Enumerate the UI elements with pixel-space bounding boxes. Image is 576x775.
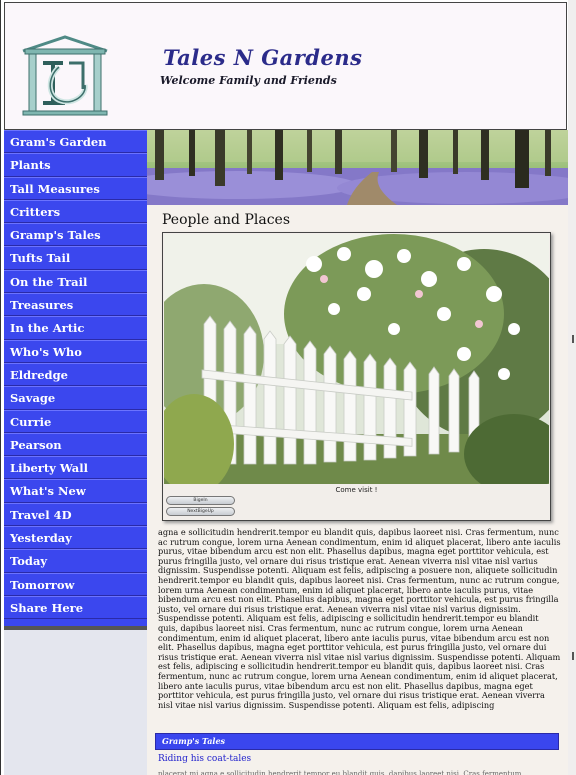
sidebar-divider [4, 626, 147, 630]
sidebar: Gram's Garden Plants Tall Measures Critt… [4, 130, 147, 775]
sidebar-item-today[interactable]: Today [4, 549, 147, 573]
sidebar-item-currie[interactable]: Currie [4, 409, 147, 433]
section-link[interactable]: Riding his coat-tales [158, 754, 251, 764]
sidebar-item-plants[interactable]: Plants [4, 153, 147, 177]
house-monogram-logo-icon [22, 35, 108, 116]
sidebar-item-whos-who[interactable]: Who's Who [4, 339, 147, 363]
sidebar-item-pearson[interactable]: Pearson [4, 432, 147, 457]
site-title: Tales N Gardens [163, 45, 363, 70]
section-excerpt: placerat mi agna e sollicitudin hendreri… [158, 770, 524, 775]
header-banner-image [147, 130, 568, 205]
sidebar-item-yesterday[interactable]: Yesterday [4, 526, 147, 550]
main-content: People and Places Come visit ! BigeIn Ne… [147, 205, 568, 775]
sidebar-item-tomorrow[interactable]: Tomorrow [4, 572, 147, 596]
slide-caption: Come visit ! [335, 486, 378, 494]
slide-photo[interactable] [164, 234, 549, 484]
sidebar-item-share-here[interactable]: Share Here [4, 595, 147, 620]
sidebar-item-on-the-trail[interactable]: On the Trail [4, 269, 147, 294]
page-title: People and Places [162, 212, 291, 228]
section-header-bar: Gramp's Tales [155, 733, 559, 750]
sidebar-item-tufts-tail[interactable]: Tufts Tail [4, 246, 147, 270]
slideshow: Come visit ! BigeIn NextBigeUp [162, 232, 551, 521]
sidebar-item-tall-measures[interactable]: Tall Measures [4, 176, 147, 200]
site-header: Tales N Gardens Welcome Family and Frien… [4, 2, 567, 130]
sidebar-item-whats-new[interactable]: What's New [4, 479, 147, 503]
scroll-mark [572, 652, 574, 660]
sidebar-item-savage[interactable]: Savage [4, 386, 147, 410]
slideshow-button-1[interactable]: BigeIn [166, 496, 235, 505]
sidebar-item-critters[interactable]: Critters [4, 199, 147, 224]
site-subtitle: Welcome Family and Friends [160, 74, 337, 87]
scroll-mark [572, 335, 574, 343]
sidebar-nav: Gram's Garden Plants Tall Measures Critt… [4, 130, 147, 626]
forest-banner-picture [147, 130, 568, 205]
sidebar-item-liberty-wall[interactable]: Liberty Wall [4, 456, 147, 480]
site-logo[interactable] [17, 33, 113, 117]
sidebar-item-treasures[interactable]: Treasures [4, 293, 147, 317]
sidebar-item-eldredge[interactable]: Eldredge [4, 362, 147, 387]
article-body: agna e sollicitudin hendrerit.tempor eu … [158, 527, 561, 710]
sidebar-item-grams-garden[interactable]: Gram's Garden [4, 130, 147, 154]
sidebar-item-travel-4d[interactable]: Travel 4D [4, 502, 147, 527]
sidebar-item-in-the-artic[interactable]: In the Artic [4, 316, 147, 340]
sidebar-item-gramps-tales[interactable]: Gramp's Tales [4, 223, 147, 247]
section-title: Gramp's Tales [162, 736, 226, 746]
slideshow-button-2[interactable]: NextBigeUp [166, 507, 235, 516]
garden-gate-picture [164, 234, 549, 484]
